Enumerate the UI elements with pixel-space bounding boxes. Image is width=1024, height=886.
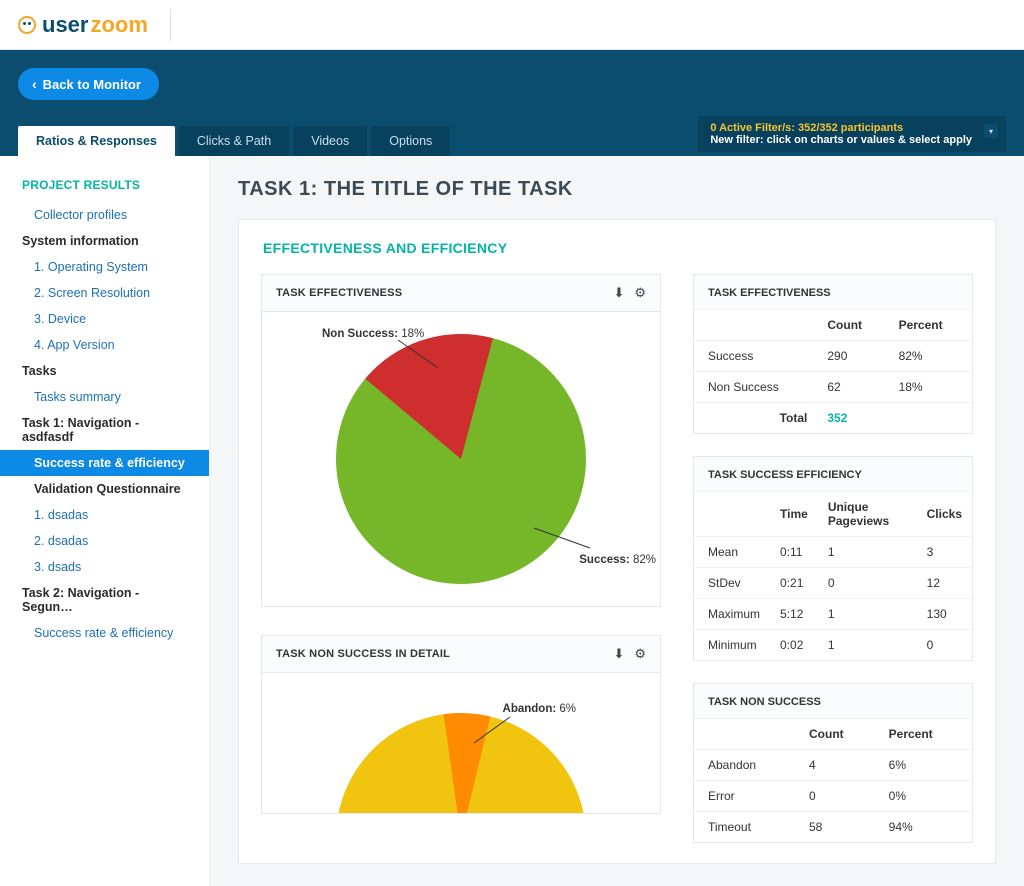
- col-time: Time: [770, 492, 818, 537]
- content: PROJECT RESULTS Collector profiles Syste…: [0, 156, 1024, 886]
- card-body: Non Success: 18% Success: 82%: [262, 312, 660, 606]
- col-clicks: Clicks: [917, 492, 972, 537]
- table-task-nonsuccess: TASK NON SUCCESS CountPercent Abandon46%…: [693, 683, 973, 843]
- sidebar-collector-profiles[interactable]: Collector profiles: [0, 202, 209, 228]
- card-header: TASK NON SUCCESS IN DETAIL ⬇ ⚙: [262, 636, 660, 673]
- data-table: CountPercent Abandon46% Error00% Timeout…: [694, 719, 972, 842]
- tab-ratios-responses[interactable]: Ratios & Responses: [18, 126, 175, 156]
- back-button-label: Back to Monitor: [43, 77, 141, 92]
- card-task-effectiveness: TASK EFFECTIVENESS ⬇ ⚙ Non Success: 18% …: [261, 274, 661, 607]
- table-row[interactable]: Success29082%: [694, 341, 972, 372]
- pie-nonsuccess[interactable]: Abandon: 6%: [336, 713, 586, 813]
- sidebar-task2-success-rate[interactable]: Success rate & efficiency: [0, 620, 209, 646]
- chevron-left-icon: ‹: [32, 76, 37, 92]
- sidebar-task2-label: Task 2: Navigation - Segun…: [0, 580, 209, 620]
- table-row[interactable]: Non Success6218%: [694, 372, 972, 403]
- table-total-row: Total352: [694, 403, 972, 434]
- data-table: CountPercent Success29082% Non Success62…: [694, 310, 972, 433]
- sidebar-system-info-label: System information: [0, 228, 209, 254]
- sidebar-task1-success-rate[interactable]: Success rate & efficiency: [0, 450, 209, 476]
- table-task-effectiveness: TASK EFFECTIVENESS CountPercent Success2…: [693, 274, 973, 434]
- card-tools: ⬇ ⚙: [613, 285, 646, 301]
- right-col: TASK EFFECTIVENESS CountPercent Success2…: [693, 274, 973, 843]
- table-row[interactable]: StDev0:21012: [694, 568, 972, 599]
- card-tools: ⬇ ⚙: [613, 646, 646, 662]
- logo-bar: userzoom: [0, 0, 1024, 50]
- col-pageviews: Unique Pageviews: [818, 492, 917, 537]
- pie-label-nonsuccess: Non Success: 18%: [322, 328, 424, 340]
- top-nav: ‹ Back to Monitor Ratios & Responses Cli…: [0, 50, 1024, 156]
- card-task-nonsuccess-detail: TASK NON SUCCESS IN DETAIL ⬇ ⚙ Abandon: …: [261, 635, 661, 814]
- col-count: Count: [817, 310, 888, 341]
- left-col: TASK EFFECTIVENESS ⬇ ⚙ Non Success: 18% …: [261, 274, 661, 843]
- card-header: TASK EFFECTIVENESS ⬇ ⚙: [262, 275, 660, 312]
- sidebar-header: PROJECT RESULTS: [0, 178, 209, 202]
- back-to-monitor-button[interactable]: ‹ Back to Monitor: [18, 68, 159, 100]
- card-title: TASK NON SUCCESS IN DETAIL: [276, 648, 450, 660]
- logo-text-user: user: [42, 12, 88, 38]
- table-title: TASK NON SUCCESS: [694, 684, 972, 719]
- col-percent: Percent: [879, 719, 972, 750]
- sidebar-device[interactable]: 3. Device: [0, 306, 209, 332]
- table-row[interactable]: Timeout5894%: [694, 812, 972, 843]
- table-row[interactable]: Mean0:1113: [694, 537, 972, 568]
- col-count: Count: [799, 719, 879, 750]
- logo-owl-icon: [18, 16, 36, 34]
- panels-wrap: EFFECTIVENESS AND EFFICIENCY TASK EFFECT…: [238, 219, 996, 864]
- page-title: TASK 1: THE TITLE OF THE TASK: [238, 178, 996, 201]
- pie-label-success: Success: 82%: [579, 554, 656, 566]
- filter-active-count: 0 Active Filter/s: 352/352 participants: [710, 122, 972, 134]
- card-body: Abandon: 6%: [262, 673, 660, 813]
- tab-videos[interactable]: Videos: [293, 126, 367, 156]
- sidebar-app-version[interactable]: 4. App Version: [0, 332, 209, 358]
- table-row[interactable]: Error00%: [694, 781, 972, 812]
- tab-options[interactable]: Options: [371, 126, 450, 156]
- sidebar-task1-label: Task 1: Navigation - asdfasdf: [0, 410, 209, 450]
- sidebar-tasks-summary[interactable]: Tasks summary: [0, 384, 209, 410]
- download-icon[interactable]: ⬇: [613, 646, 624, 662]
- userzoom-logo: userzoom: [18, 12, 148, 38]
- gear-icon[interactable]: ⚙: [634, 285, 646, 301]
- table-row[interactable]: Maximum5:121130: [694, 599, 972, 630]
- download-icon[interactable]: ⬇: [613, 285, 624, 301]
- section-title: EFFECTIVENESS AND EFFICIENCY: [261, 240, 973, 256]
- tabs-row: Ratios & Responses Clicks & Path Videos …: [18, 116, 1006, 156]
- sidebar-os[interactable]: 1. Operating System: [0, 254, 209, 280]
- sidebar-vq-label: Validation Questionnaire: [0, 476, 209, 502]
- tabs: Ratios & Responses Clicks & Path Videos …: [18, 126, 450, 156]
- table-title: TASK EFFECTIVENESS: [694, 275, 972, 310]
- data-table: TimeUnique PageviewsClicks Mean0:1113 St…: [694, 492, 972, 660]
- two-col: TASK EFFECTIVENESS ⬇ ⚙ Non Success: 18% …: [261, 274, 973, 843]
- sidebar-vq-1[interactable]: 1. dsadas: [0, 502, 209, 528]
- tab-clicks-path[interactable]: Clicks & Path: [179, 126, 289, 156]
- sidebar-tasks-label: Tasks: [0, 358, 209, 384]
- logo-text-zoom: zoom: [90, 12, 147, 38]
- sidebar: PROJECT RESULTS Collector profiles Syste…: [0, 156, 210, 886]
- table-row[interactable]: Minimum0:0210: [694, 630, 972, 661]
- main: TASK 1: THE TITLE OF THE TASK EFFECTIVEN…: [210, 156, 1024, 886]
- filter-hint: New filter: click on charts or values & …: [710, 134, 972, 146]
- pie-label-abandon: Abandon: 6%: [503, 703, 576, 715]
- card-title: TASK EFFECTIVENESS: [276, 287, 402, 299]
- table-task-efficiency: TASK SUCCESS EFFICIENCY TimeUnique Pagev…: [693, 456, 973, 661]
- sidebar-vq-2[interactable]: 2. dsadas: [0, 528, 209, 554]
- col-percent: Percent: [889, 310, 972, 341]
- sidebar-vq-3[interactable]: 3. dsads: [0, 554, 209, 580]
- divider: [170, 9, 171, 41]
- table-title: TASK SUCCESS EFFICIENCY: [694, 457, 972, 492]
- filter-status-box[interactable]: 0 Active Filter/s: 352/352 participants …: [698, 116, 1006, 152]
- pie-effectiveness[interactable]: Non Success: 18% Success: 82%: [336, 334, 586, 584]
- gear-icon[interactable]: ⚙: [634, 646, 646, 662]
- table-row[interactable]: Abandon46%: [694, 750, 972, 781]
- sidebar-screen-res[interactable]: 2. Screen Resolution: [0, 280, 209, 306]
- filter-toggle-icon[interactable]: ▾: [984, 124, 998, 138]
